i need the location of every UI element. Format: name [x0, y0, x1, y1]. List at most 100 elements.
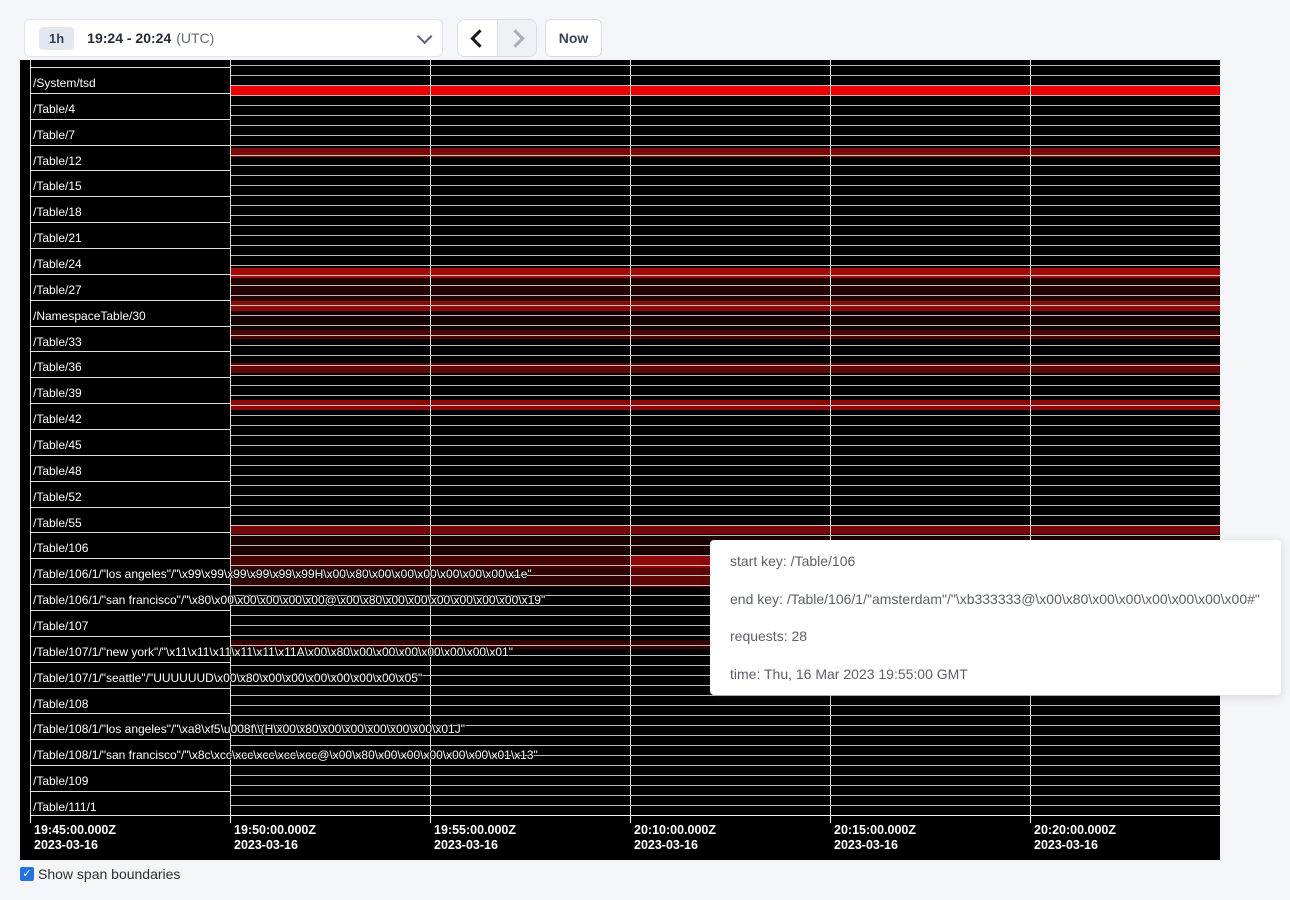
span-boundary-line: [230, 435, 1220, 436]
time-nav-group: [457, 19, 537, 57]
span-boundary-line: [230, 65, 1220, 66]
span-boundary-line: [30, 739, 230, 740]
span-boundary-line: [230, 705, 1220, 706]
row-label: /NamespaceTable/30: [33, 310, 146, 323]
span-boundary-line: [230, 125, 1220, 126]
chevron-down-icon: [417, 28, 433, 44]
row-label: /Table/106/1/"los angeles"/"\x99\x99\x99…: [33, 568, 532, 581]
axis-tick: [1030, 813, 1031, 823]
span-boundary-line: [230, 525, 1220, 526]
row-label: /Table/108/1/"san francisco"/"\x8c\xcc\x…: [33, 749, 538, 762]
span-boundary-line: [230, 695, 1220, 696]
span-boundary-line: [230, 295, 1220, 296]
hot-span-band: [230, 268, 1220, 278]
span-boundary-line: [230, 305, 1220, 306]
span-boundary-line: [30, 507, 230, 508]
show-span-boundaries-checkbox[interactable]: ✓: [20, 867, 34, 881]
row-label: /Table/108: [33, 698, 88, 711]
span-boundary-line: [230, 115, 1220, 116]
span-boundary-line: [230, 765, 1220, 766]
span-boundary-line: [230, 165, 1220, 166]
time-boundary-line: [30, 60, 31, 818]
span-boundary-line: [230, 235, 1220, 236]
x-axis-label: 19:50:00.000Z2023-03-16: [234, 823, 316, 853]
span-boundary-line: [30, 429, 230, 430]
span-boundary-line: [230, 475, 1220, 476]
span-boundary-line: [30, 713, 230, 714]
time-range-select[interactable]: 1h 19:24 - 20:24 (UTC): [24, 19, 443, 57]
row-label: /Table/107/1/"seattle"/"UUUUUUD\x00\x80\…: [33, 672, 422, 685]
row-label: /Table/4: [33, 103, 75, 116]
span-boundary-line: [230, 785, 1220, 786]
row-label: /Table/36: [33, 361, 82, 374]
axis-tick: [630, 813, 631, 823]
chevron-left-icon: [470, 29, 488, 47]
span-boundary-line: [30, 584, 230, 585]
time-boundary-line: [430, 60, 431, 818]
span-boundary-line: [30, 222, 230, 223]
span-boundary-line: [230, 465, 1220, 466]
show-span-boundaries-label: Show span boundaries: [38, 866, 180, 882]
row-label: /Table/106/1/"san francisco"/"\x80\x00\x…: [33, 594, 545, 607]
hot-span-band: [230, 525, 1220, 534]
span-boundary-line: [230, 75, 1220, 76]
tooltip-requests: requests: 28: [730, 628, 1261, 644]
row-label: /Table/107/1/"new york"/"\x11\x11\x11\x1…: [33, 646, 513, 659]
axis-tick: [30, 813, 31, 823]
x-axis-label: 19:45:00.000Z2023-03-16: [34, 823, 116, 853]
span-boundary-line: [230, 405, 1220, 406]
row-label: /System/tsd: [33, 77, 96, 90]
span-boundary-line: [230, 185, 1220, 186]
next-interval-button[interactable]: [497, 20, 536, 56]
span-boundary-line: [30, 67, 230, 68]
chevron-right-icon: [506, 29, 524, 47]
span-boundary-line: [230, 145, 1220, 146]
x-axis-label: 20:15:00.000Z2023-03-16: [834, 823, 916, 853]
span-tooltip: start key: /Table/106 end key: /Table/10…: [710, 540, 1281, 695]
span-boundary-line: [30, 119, 230, 120]
span-boundary-line: [230, 495, 1220, 496]
footer: ✓ Show span boundaries: [20, 866, 180, 882]
row-label: /Table/15: [33, 180, 82, 193]
span-boundary-line: [230, 175, 1220, 176]
span-boundary-line: [230, 805, 1220, 806]
span-boundary-line: [30, 791, 230, 792]
span-boundary-line: [230, 155, 1220, 156]
span-boundary-line: [230, 105, 1220, 106]
span-boundary-line: [30, 326, 230, 327]
row-label: /Table/7: [33, 129, 75, 142]
prev-interval-button[interactable]: [458, 20, 497, 56]
span-boundary-line: [230, 215, 1220, 216]
span-boundary-line: [230, 225, 1220, 226]
span-boundary-line: [230, 345, 1220, 346]
span-boundary-line: [230, 425, 1220, 426]
key-visualizer-heatmap[interactable]: 19:45:00.000Z2023-03-16 19:50:00.000Z2023…: [20, 60, 1220, 860]
row-label: /Table/55: [33, 517, 82, 530]
row-label: /Table/109: [33, 775, 88, 788]
span-boundary-line: [230, 195, 1220, 196]
now-button[interactable]: Now: [545, 19, 602, 57]
span-boundary-line: [30, 815, 1220, 816]
span-boundary-line: [230, 95, 1220, 96]
span-boundary-line: [30, 377, 230, 378]
span-boundary-line: [30, 610, 230, 611]
span-boundary-line: [30, 274, 230, 275]
x-axis-label: 19:55:00.000Z2023-03-16: [434, 823, 516, 853]
span-boundary-line: [30, 170, 230, 171]
span-boundary-line: [230, 795, 1220, 796]
span-boundary-line: [30, 196, 230, 197]
span-boundary-line: [230, 505, 1220, 506]
span-boundary-line: [30, 300, 230, 301]
time-boundary-line: [830, 60, 831, 818]
span-boundary-line: [30, 403, 230, 404]
row-label: /Table/12: [33, 155, 82, 168]
duration-badge: 1h: [39, 27, 74, 50]
row-label: /Table/39: [33, 387, 82, 400]
span-boundary-line: [230, 385, 1220, 386]
span-boundary-line: [230, 205, 1220, 206]
row-label: /Table/108/1/"los angeles"/"\xa8\xf5\u00…: [33, 723, 465, 736]
row-label: /Table/52: [33, 491, 82, 504]
span-boundary-line: [30, 765, 230, 766]
span-boundary-line: [230, 335, 1220, 336]
span-boundary-line: [230, 775, 1220, 776]
